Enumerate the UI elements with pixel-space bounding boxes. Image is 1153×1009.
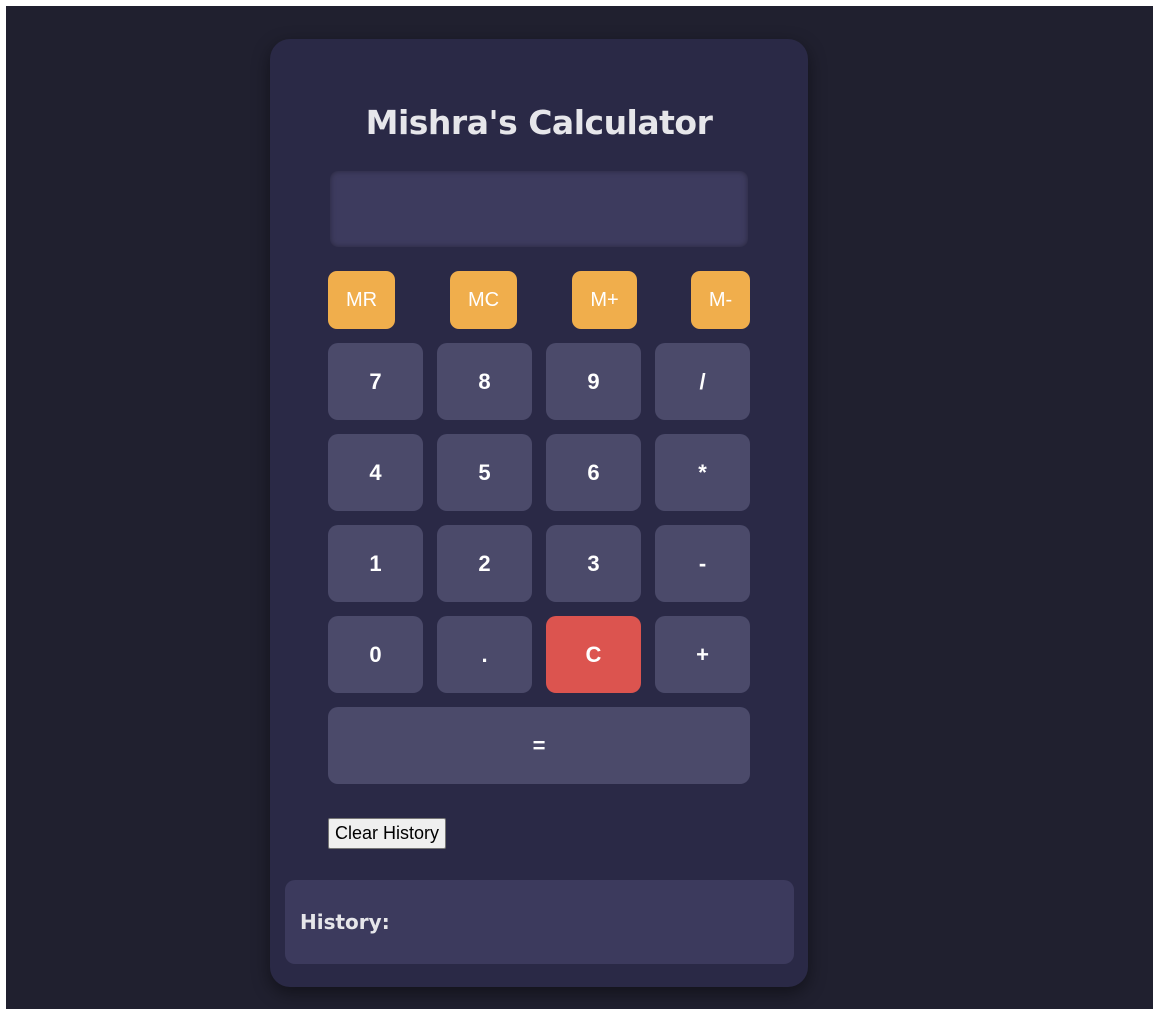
- memory-add-button[interactable]: M+: [572, 271, 637, 329]
- memory-recall-button[interactable]: MR: [328, 271, 395, 329]
- key-add[interactable]: +: [655, 616, 750, 693]
- display-input[interactable]: [330, 171, 748, 247]
- calculator-card: Mishra's Calculator MR MC M+ M- 7 8 9 / …: [270, 39, 808, 987]
- key-5[interactable]: 5: [437, 434, 532, 511]
- clear-button[interactable]: C: [546, 616, 641, 693]
- key-3[interactable]: 3: [546, 525, 641, 602]
- memory-clear-button[interactable]: MC: [450, 271, 517, 329]
- key-6[interactable]: 6: [546, 434, 641, 511]
- key-multiply[interactable]: *: [655, 434, 750, 511]
- key-subtract[interactable]: -: [655, 525, 750, 602]
- clear-history-button[interactable]: Clear History: [328, 818, 447, 849]
- page-title: Mishra's Calculator: [365, 103, 713, 142]
- key-2[interactable]: 2: [437, 525, 532, 602]
- key-7[interactable]: 7: [328, 343, 423, 420]
- memory-subtract-button[interactable]: M-: [691, 271, 750, 329]
- key-1[interactable]: 1: [328, 525, 423, 602]
- history-panel: History:: [285, 880, 794, 964]
- key-9[interactable]: 9: [546, 343, 641, 420]
- key-4[interactable]: 4: [328, 434, 423, 511]
- page-background: Mishra's Calculator MR MC M+ M- 7 8 9 / …: [6, 6, 1153, 1009]
- key-decimal[interactable]: .: [437, 616, 532, 693]
- history-title: History:: [300, 910, 390, 934]
- key-8[interactable]: 8: [437, 343, 532, 420]
- key-0[interactable]: 0: [328, 616, 423, 693]
- key-divide[interactable]: /: [655, 343, 750, 420]
- equals-button[interactable]: =: [328, 707, 750, 784]
